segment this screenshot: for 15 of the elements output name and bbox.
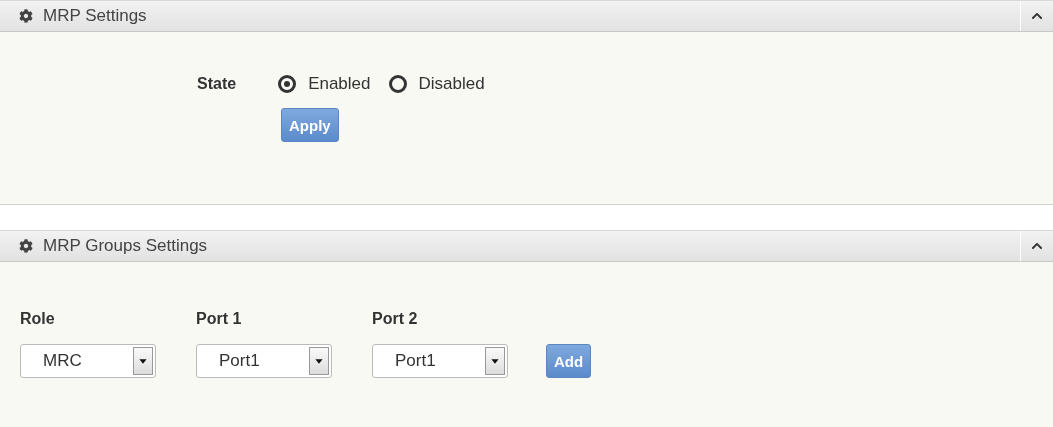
settings-icon — [19, 239, 33, 253]
panel-title: MRP Groups Settings — [43, 236, 208, 256]
field-label: Port 2 — [372, 310, 419, 328]
panel-title: MRP Settings — [43, 6, 147, 26]
field-label: Port 1 — [196, 310, 243, 328]
chevron-up-icon — [1031, 10, 1043, 22]
radio-option[interactable]: Enabled — [278, 74, 371, 94]
state-label: State — [197, 75, 237, 93]
settings-icon — [19, 9, 33, 23]
radio-option[interactable]: Disabled — [388, 74, 485, 94]
dropdown[interactable]: Port1 — [372, 344, 508, 378]
field-label: Role — [20, 310, 56, 328]
chevron-up-icon — [1031, 240, 1043, 252]
dropdown[interactable]: Port1 — [196, 344, 332, 378]
dropdown[interactable]: MRC — [20, 344, 156, 378]
